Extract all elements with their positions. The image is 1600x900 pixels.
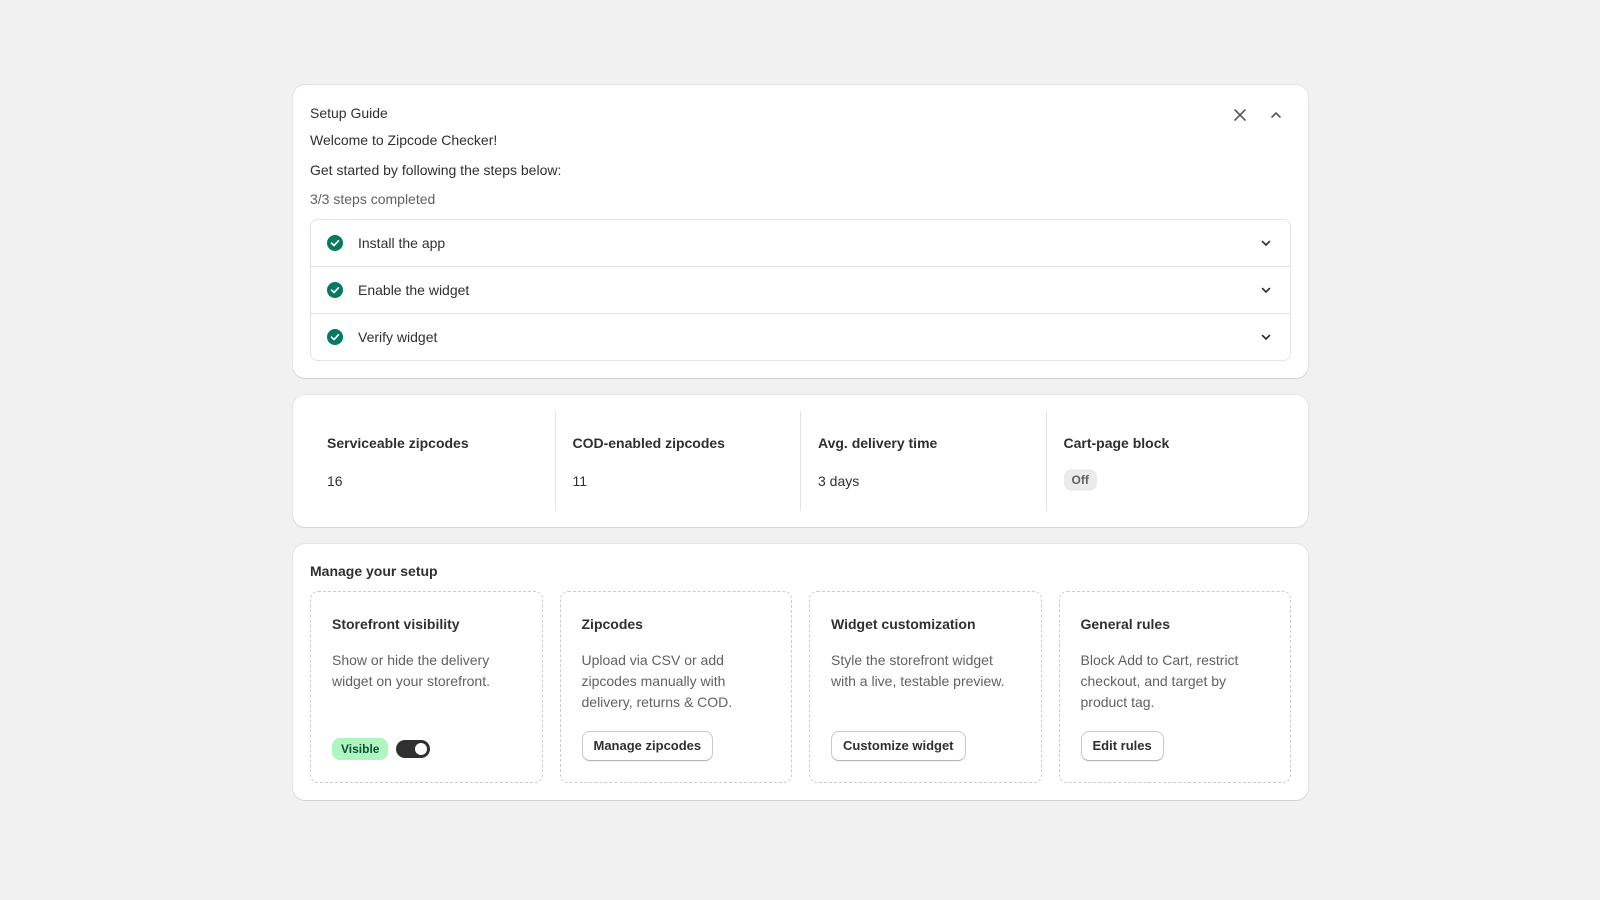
- tile-title: Zipcodes: [581, 616, 643, 632]
- status-badge: Off: [1063, 469, 1097, 491]
- close-icon[interactable]: [1230, 105, 1250, 125]
- check-circle-icon: [327, 282, 343, 298]
- chevron-down-icon[interactable]: [1258, 282, 1274, 298]
- guide-subtitle: Get started by following the steps below…: [310, 162, 562, 178]
- stat-label: Avg. delivery time: [818, 435, 938, 451]
- tile-widget-customization: Widget customization Style the storefron…: [809, 591, 1042, 783]
- chevron-up-icon[interactable]: [1266, 105, 1286, 125]
- manage-setup-card: Manage your setup Storefront visibility …: [293, 544, 1308, 800]
- check-circle-icon: [327, 235, 343, 251]
- section-title: Manage your setup: [310, 563, 438, 579]
- steps-list: Install the app Enable the widget Verify…: [310, 219, 1291, 361]
- welcome-text: Welcome to Zipcode Checker!: [310, 132, 498, 148]
- tile-description: Style the storefront widget with a live,…: [831, 652, 1005, 689]
- stat-value: 16: [327, 473, 343, 489]
- stat-value: 11: [572, 473, 588, 489]
- stat-value: 3 days: [818, 473, 860, 489]
- tile-storefront-visibility: Storefront visibility Show or hide the d…: [310, 591, 543, 783]
- manage-tiles: Storefront visibility Show or hide the d…: [310, 591, 1291, 783]
- step-label: Verify widget: [358, 329, 438, 345]
- stat-avg-delivery-time: Avg. delivery time 3 days: [801, 411, 1047, 511]
- steps-progress: 3/3 steps completed: [310, 191, 436, 207]
- page-content: Setup Guide Welcome to Zipcode Checker! …: [293, 85, 1308, 817]
- status-badge: Visible: [332, 738, 389, 760]
- step-enable-widget[interactable]: Enable the widget: [311, 267, 1290, 314]
- tile-general-rules: General rules Block Add to Cart, restric…: [1058, 591, 1291, 783]
- chevron-down-icon[interactable]: [1258, 235, 1274, 251]
- stat-label: Serviceable zipcodes: [327, 435, 469, 451]
- tile-zipcodes: Zipcodes Upload via CSV or add zipcodes …: [559, 591, 792, 783]
- step-label: Enable the widget: [358, 282, 470, 298]
- visibility-controls: Visible: [332, 738, 431, 760]
- chevron-down-icon[interactable]: [1258, 329, 1274, 345]
- stat-label: Cart-page block: [1063, 435, 1170, 451]
- setup-guide-actions: [1230, 105, 1286, 125]
- stat-serviceable-zipcodes: Serviceable zipcodes 16: [310, 411, 556, 511]
- manage-zipcodes-button[interactable]: Manage zipcodes: [581, 731, 714, 761]
- toggle-knob: [415, 743, 428, 755]
- tile-description: Show or hide the delivery widget on your…: [332, 652, 490, 689]
- tile-description: Block Add to Cart, restrict checkout, an…: [1080, 652, 1239, 710]
- customize-widget-button[interactable]: Customize widget: [831, 731, 966, 761]
- check-circle-icon: [327, 329, 343, 345]
- tile-description: Upload via CSV or add zipcodes manually …: [581, 652, 733, 710]
- visibility-toggle[interactable]: [396, 740, 431, 758]
- stat-cart-page-block: Cart-page block Off: [1047, 411, 1292, 511]
- setup-guide-title: Setup Guide: [310, 105, 388, 121]
- tile-title: Storefront visibility: [332, 616, 460, 632]
- setup-guide-card: Setup Guide Welcome to Zipcode Checker! …: [293, 85, 1308, 378]
- edit-rules-button[interactable]: Edit rules: [1080, 731, 1164, 761]
- stats-card: Serviceable zipcodes 16 COD-enabled zipc…: [293, 395, 1308, 527]
- tile-title: Widget customization: [831, 616, 976, 632]
- step-label: Install the app: [358, 235, 446, 251]
- stat-label: COD-enabled zipcodes: [572, 435, 725, 451]
- tile-title: General rules: [1080, 616, 1171, 632]
- step-install-app[interactable]: Install the app: [311, 220, 1290, 267]
- stat-cod-zipcodes: COD-enabled zipcodes 11: [556, 411, 801, 511]
- step-verify-widget[interactable]: Verify widget: [311, 314, 1290, 360]
